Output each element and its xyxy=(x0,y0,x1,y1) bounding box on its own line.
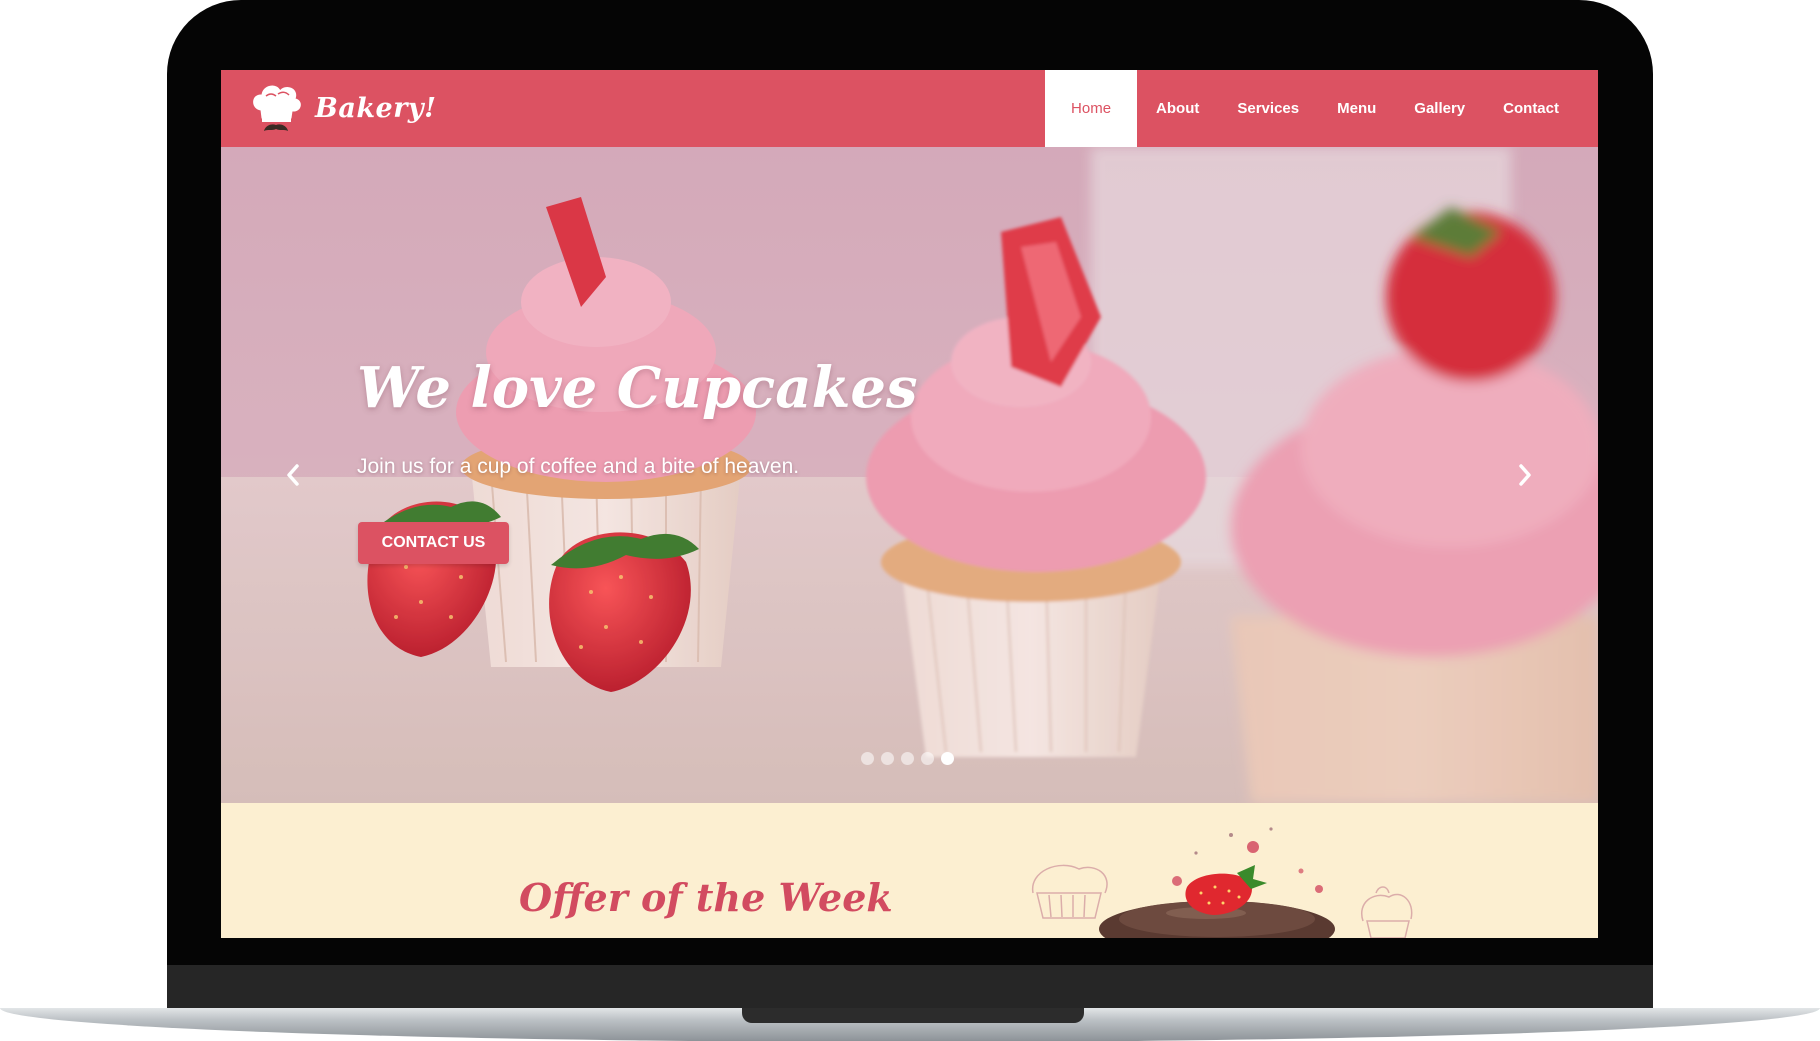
slider-dot-5[interactable] xyxy=(941,752,954,765)
nav-item-home[interactable]: Home xyxy=(1045,70,1138,147)
website-screen: Bakery! Home About Services Menu Gallery… xyxy=(221,70,1598,938)
nav-menu: Home About Services Menu Gallery Contact xyxy=(1045,70,1578,147)
slider-indicators xyxy=(861,752,954,765)
nav-item-services[interactable]: Services xyxy=(1218,70,1318,147)
offer-illustration xyxy=(1032,827,1413,938)
slider-dot-3[interactable] xyxy=(901,752,914,765)
offer-title: Offer of the Week xyxy=(519,875,893,920)
chef-hat-icon xyxy=(253,85,301,131)
chevron-right-icon xyxy=(1519,464,1531,486)
slider-prev-button[interactable] xyxy=(281,457,305,493)
hero-subtitle: Join us for a cup of coffee and a bite o… xyxy=(357,455,800,478)
chevron-left-icon xyxy=(287,464,299,486)
hero-slider: We love Cupcakes Join us for a cup of co… xyxy=(221,147,1598,803)
nav-item-gallery[interactable]: Gallery xyxy=(1395,70,1484,147)
contact-us-button[interactable]: CONTACT US xyxy=(358,522,509,564)
nav-item-about[interactable]: About xyxy=(1137,70,1218,147)
laptop-bezel-bottom xyxy=(167,965,1653,1012)
brand-name: Bakery! xyxy=(315,93,437,124)
slider-dot-1[interactable] xyxy=(861,752,874,765)
slider-next-button[interactable] xyxy=(1513,457,1537,493)
slider-dot-4[interactable] xyxy=(921,752,934,765)
slider-dot-2[interactable] xyxy=(881,752,894,765)
laptop-notch xyxy=(742,1008,1084,1023)
navbar: Bakery! Home About Services Menu Gallery… xyxy=(221,70,1598,147)
brand-logo[interactable]: Bakery! xyxy=(247,70,436,147)
nav-item-menu[interactable]: Menu xyxy=(1318,70,1395,147)
hero-title: We love Cupcakes xyxy=(357,355,918,421)
offer-section: Offer of the Week xyxy=(221,803,1598,938)
nav-item-contact[interactable]: Contact xyxy=(1484,70,1578,147)
